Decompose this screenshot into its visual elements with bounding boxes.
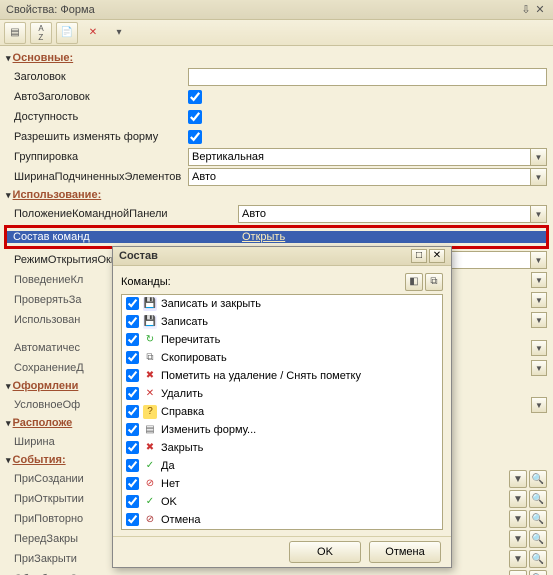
chevron-down-icon[interactable]: ▼ bbox=[531, 272, 547, 288]
dialog-titlebar: Состав □ ✕ bbox=[113, 247, 451, 266]
chevron-down-icon[interactable]: ▼ bbox=[509, 470, 527, 488]
chevron-down-icon[interactable]: ▼ bbox=[530, 252, 546, 268]
dialog-maximize-icon[interactable]: □ bbox=[411, 249, 427, 263]
child-width-dropdown[interactable]: Авто▼ bbox=[188, 168, 547, 186]
help-icon: ? bbox=[143, 405, 157, 419]
search-icon[interactable]: 🔍 bbox=[529, 570, 547, 575]
sort-alpha-button[interactable]: AZ bbox=[30, 22, 52, 44]
close-window-icon[interactable]: ✕ bbox=[533, 3, 547, 17]
commands-label: Команды: bbox=[121, 276, 405, 288]
chevron-down-icon[interactable]: ▼ bbox=[530, 169, 546, 185]
chevron-down-icon[interactable]: ▼ bbox=[509, 570, 527, 575]
list-item: ▤Изменить форму... bbox=[122, 421, 442, 439]
cmd-composition-label[interactable]: Состав команд bbox=[7, 231, 239, 243]
open-link[interactable]: Открыть bbox=[239, 231, 546, 243]
search-icon[interactable]: 🔍 bbox=[529, 550, 547, 568]
window-title: Свойства: Форма bbox=[6, 4, 519, 16]
chevron-down-icon[interactable]: ▼ bbox=[530, 149, 546, 165]
header-input[interactable] bbox=[188, 68, 547, 86]
refresh-icon: ↻ bbox=[143, 333, 157, 347]
no-icon: ⊘ bbox=[143, 477, 157, 491]
copy-icon: ⧉ bbox=[143, 351, 157, 365]
prop-header: Заголовок bbox=[6, 67, 547, 87]
close-icon: ✖ bbox=[143, 441, 157, 455]
chevron-down-icon[interactable]: ▼ bbox=[509, 550, 527, 568]
chevron-down-icon[interactable]: ▼ bbox=[531, 312, 547, 328]
search-icon[interactable]: 🔍 bbox=[529, 530, 547, 548]
list-item: 💾Записать и закрыть bbox=[122, 295, 442, 313]
chevron-down-icon[interactable]: ▼ bbox=[531, 360, 547, 376]
prop-child-width: ШиринаПодчиненныхЭлементов Авто▼ bbox=[6, 167, 547, 187]
sort-categories-button[interactable]: ▤ bbox=[4, 22, 26, 44]
chevron-down-icon[interactable]: ▼ bbox=[509, 530, 527, 548]
list-item: ⊘Нет bbox=[122, 475, 442, 493]
section-usage[interactable]: Использование: bbox=[6, 187, 547, 204]
list-item: ✖Пометить на удаление / Снять пометку bbox=[122, 367, 442, 385]
toolbar-action-button[interactable]: 📄 bbox=[56, 22, 78, 44]
list-item: ✓OK bbox=[122, 493, 442, 511]
list-item: 💾Записать bbox=[122, 313, 442, 331]
cancel-button[interactable]: Отмена bbox=[369, 541, 441, 563]
prop-grouping: Группировка Вертикальная▼ bbox=[6, 147, 547, 167]
edit-form-icon: ▤ bbox=[143, 423, 157, 437]
chevron-down-icon[interactable]: ▼ bbox=[531, 340, 547, 356]
prop-availability: Доступность bbox=[6, 107, 547, 127]
list-item: ✓Да bbox=[122, 457, 442, 475]
pin-icon[interactable]: ⇩ bbox=[519, 3, 533, 17]
toolbar-delete-icon[interactable]: ✕ bbox=[82, 22, 104, 44]
chevron-down-icon[interactable]: ▼ bbox=[531, 397, 547, 413]
prop-allow-change: Разрешить изменять форму bbox=[6, 127, 547, 147]
ok-icon: ✓ bbox=[143, 495, 157, 509]
availability-checkbox[interactable] bbox=[188, 110, 202, 124]
toolbar-icon-2[interactable]: ⧉ bbox=[425, 273, 443, 291]
allow-change-checkbox[interactable] bbox=[188, 130, 202, 144]
section-main[interactable]: Основные: bbox=[6, 50, 547, 67]
save-icon: 💾 bbox=[143, 315, 157, 329]
auto-header-checkbox[interactable] bbox=[188, 90, 202, 104]
list-item: ?Справка bbox=[122, 403, 442, 421]
chevron-down-icon[interactable]: ▼ bbox=[509, 490, 527, 508]
search-icon[interactable]: 🔍 bbox=[529, 510, 547, 528]
chevron-down-icon[interactable]: ▼ bbox=[530, 206, 546, 222]
properties-toolbar: ▤ AZ 📄 ✕ ▾ bbox=[0, 20, 553, 46]
composition-dialog: Состав □ ✕ Команды: ◧ ⧉ 💾Записать и закр… bbox=[112, 246, 452, 568]
chevron-down-icon[interactable]: ▼ bbox=[509, 510, 527, 528]
mark-delete-icon: ✖ bbox=[143, 369, 157, 383]
commands-list[interactable]: 💾Записать и закрыть 💾Записать ↻Перечитат… bbox=[121, 294, 443, 530]
prop-cmd-panel-pos: ПоложениеКоманднойПанели Авто▼ bbox=[6, 204, 547, 224]
dialog-title: Состав bbox=[119, 250, 409, 262]
save-close-icon: 💾 bbox=[143, 297, 157, 311]
grouping-dropdown[interactable]: Вертикальная▼ bbox=[188, 148, 547, 166]
yes-icon: ✓ bbox=[143, 459, 157, 473]
cmd-panel-pos-dropdown[interactable]: Авто▼ bbox=[238, 205, 547, 223]
delete-icon: ✕ bbox=[143, 387, 157, 401]
ok-button[interactable]: OK bbox=[289, 541, 361, 563]
list-item: ⊘Отмена bbox=[122, 511, 442, 529]
list-item: ✖Закрыть bbox=[122, 439, 442, 457]
prop-auto-header: АвтоЗаголовок bbox=[6, 87, 547, 107]
chevron-down-icon[interactable]: ▼ bbox=[531, 292, 547, 308]
window-titlebar: Свойства: Форма ⇩ ✕ bbox=[0, 0, 553, 20]
search-icon[interactable]: 🔍 bbox=[529, 470, 547, 488]
toolbar-dropdown-icon[interactable]: ▾ bbox=[108, 22, 130, 44]
list-item: ✕Удалить bbox=[122, 385, 442, 403]
list-item: ↻Перечитать bbox=[122, 331, 442, 349]
cancel-icon: ⊘ bbox=[143, 513, 157, 527]
search-icon[interactable]: 🔍 bbox=[529, 490, 547, 508]
dialog-footer: OK Отмена bbox=[113, 536, 451, 567]
dialog-close-icon[interactable]: ✕ bbox=[429, 249, 445, 263]
toolbar-icon-1[interactable]: ◧ bbox=[405, 273, 423, 291]
list-item: ⧉Скопировать bbox=[122, 349, 442, 367]
